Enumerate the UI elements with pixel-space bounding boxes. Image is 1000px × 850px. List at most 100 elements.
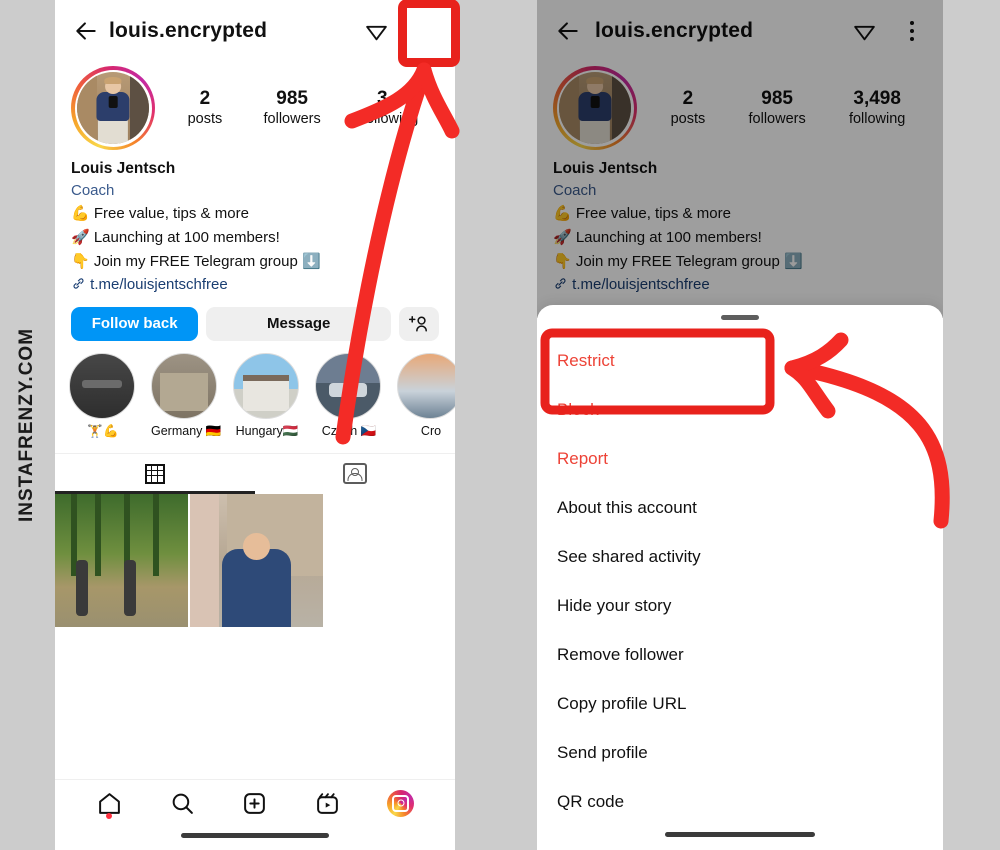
phone-screen-left: louis.encrypted 2 posts 985 followers 3,… [55,0,455,850]
stat-label: followers [263,111,321,128]
menu-item-qr-code[interactable]: QR code [557,777,923,826]
stat-label: following [848,111,906,128]
create-post-icon[interactable] [238,786,272,820]
highlight-item[interactable]: 🏋️💪 [69,352,137,439]
page-title: louis.encrypted [595,19,754,42]
menu-item-hide-your-story[interactable]: Hide your story [557,581,923,630]
bio-link-text: t.me/louisjentschfree [90,276,228,294]
stat-value: 3,498 [853,87,901,109]
story-highlights-left: 🏋️💪 Germany 🇩🇪 Hungary🇭🇺 Czech 🇨🇿 Cro [55,341,455,439]
bio-block-left: Louis Jentsch Coach 💪 Free value, tips &… [55,150,455,297]
profile-category: Coach [71,182,115,200]
display-name: Louis Jentsch [553,160,658,177]
avatar[interactable] [553,66,637,150]
search-icon[interactable] [165,786,199,820]
stat-value: 2 [682,87,694,109]
back-arrow-icon[interactable] [69,14,103,48]
stat-label: followers [748,111,806,128]
avatar-image [559,72,631,144]
menu-item-about-this-account[interactable]: About this account [557,483,923,532]
highlight-label: Cro [420,423,442,438]
highlight-thumbnail [397,352,455,419]
reels-icon[interactable] [311,786,345,820]
stat-value: 3,4 [376,87,404,109]
highlight-thumbnail [151,352,217,419]
bio-link[interactable]: t.me/louisjentschfree [71,273,439,296]
highlight-label: Germany 🇩🇪 [151,423,222,438]
highlight-label: Czech 🇨🇿 [321,423,377,438]
tab-grid[interactable] [55,454,255,494]
stat-label: posts [187,111,223,128]
stat-following[interactable]: 3,4 following [362,87,418,130]
stats-row-left: 2 posts 985 followers 3,4 following [155,87,439,130]
follow-back-button[interactable]: Follow back [71,306,199,341]
bio-line: 💪 Free value, tips & more [553,205,731,223]
app-bar-left: louis.encrypted [55,0,455,62]
profile-actions-left: Follow back Message [55,297,455,341]
bio-block-right: Louis Jentsch Coach 💪 Free value, tips &… [537,150,943,297]
screenshot-root: INSTAFRENZY.COM louis.encrypted 2 posts … [0,0,1000,850]
menu-item-remove-follower[interactable]: Remove follower [557,630,923,679]
watermark: INSTAFRENZY.COM [0,0,55,850]
highlight-item[interactable]: Czech 🇨🇿 [315,352,383,439]
highlight-item[interactable]: Hungary🇭🇺 [233,352,301,439]
home-indicator [181,833,329,838]
stat-value: 985 [761,87,793,109]
display-name: Louis Jentsch [71,160,176,177]
menu-item-restrict[interactable]: Restrict [557,336,923,385]
stat-label: following [361,111,419,128]
menu-item-see-shared-activity[interactable]: See shared activity [557,532,923,581]
more-options-dots [910,18,914,44]
profile-avatar-icon[interactable] [384,786,418,820]
profile-category: Coach [553,182,597,200]
menu-item-send-profile[interactable]: Send profile [557,728,923,777]
back-arrow-icon[interactable] [551,14,585,48]
avatar[interactable] [71,66,155,150]
menu-item-copy-profile-url[interactable]: Copy profile URL [557,679,923,728]
home-indicator [665,832,815,837]
profile-summary-right: 2 posts 985 followers 3,498 following [537,62,943,150]
app-bar-right: louis.encrypted [537,0,943,62]
bio-line: 💪 Free value, tips & more [71,205,249,223]
highlight-thumbnail [315,352,381,419]
home-icon[interactable] [92,786,126,820]
grid-icon [145,463,165,484]
more-options-icon[interactable] [895,14,929,48]
highlight-thumbnail [69,352,135,419]
stat-value: 985 [276,87,308,109]
bio-line: 🚀 Launching at 100 members! [71,228,280,246]
watermark-text: INSTAFRENZY.COM [16,327,38,523]
tab-tagged[interactable] [255,454,455,494]
post-thumbnail[interactable] [55,493,188,627]
stat-followers[interactable]: 985 followers [264,87,321,130]
options-bottom-sheet: Restrict Block Report About this account… [537,305,943,850]
post-thumbnail[interactable] [190,493,323,627]
bio-link-text: t.me/louisjentschfree [572,276,710,294]
stat-followers[interactable]: 985 followers [749,87,806,130]
highlight-item[interactable]: Cro [397,352,455,439]
add-user-icon[interactable] [399,306,439,341]
stat-label: posts [670,111,706,128]
stats-row-right: 2 posts 985 followers 3,498 following [637,87,927,130]
highlight-label: Hungary🇭🇺 [235,423,299,438]
menu-item-report[interactable]: Report [557,434,923,483]
paper-plane-icon[interactable] [359,14,393,48]
message-button[interactable]: Message [206,306,391,341]
highlight-item[interactable]: Germany 🇩🇪 [151,352,222,439]
stat-following[interactable]: 3,498 following [849,87,905,130]
stat-posts[interactable]: 2 posts [671,87,706,130]
profile-tabs-left [55,452,455,494]
profile-summary-left: 2 posts 985 followers 3,4 following [55,62,455,150]
home-badge-dot [106,813,113,819]
bio-line: 👇 Join my FREE Telegram group ⬇️ [71,252,321,270]
bottom-navigation-left [55,779,455,850]
menu-item-block[interactable]: Block [557,385,923,434]
bio-link[interactable]: t.me/louisjentschfree [553,273,927,296]
phone-screen-right: louis.encrypted 2 posts 985 followers 3,… [537,0,943,850]
more-options-icon[interactable] [407,14,441,48]
page-title: louis.encrypted [109,19,268,42]
bio-line: 👇 Join my FREE Telegram group ⬇️ [553,252,803,270]
paper-plane-icon[interactable] [847,14,881,48]
stat-posts[interactable]: 2 posts [188,87,223,130]
highlight-label: 🏋️💪 [87,423,119,438]
